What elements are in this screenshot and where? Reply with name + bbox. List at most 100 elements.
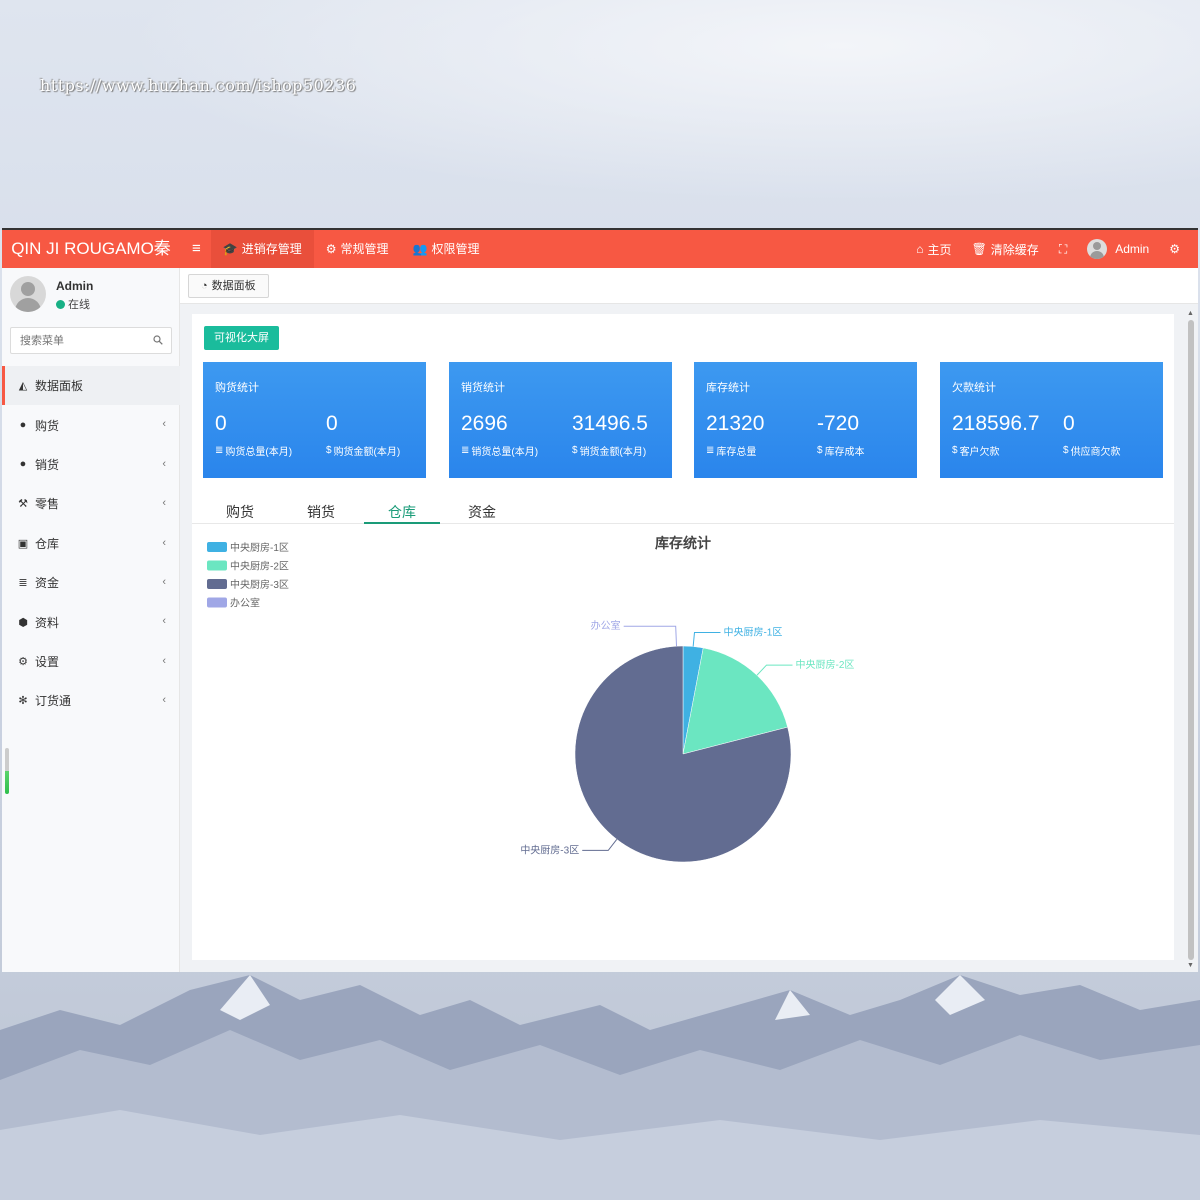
legend-label[interactable]: 中央厨房-1区 xyxy=(230,541,289,554)
app-logo[interactable]: QIN JI ROUGAMO秦 xyxy=(2,230,180,268)
background-sky xyxy=(0,0,1200,230)
database-icon: ≣ xyxy=(706,445,715,456)
sidebar-item-retail[interactable]: ⚒ 零售 ‹ xyxy=(2,484,180,523)
sidebar-item-label: 订货通 xyxy=(35,694,72,709)
slice-label: 中央厨房-3区 xyxy=(520,843,579,856)
card-label: $ 客户欠款 xyxy=(952,443,1000,458)
fullscreen-button[interactable]: ⛶ xyxy=(1049,242,1077,257)
topnav-item-general[interactable]: ⚙ 常规管理 xyxy=(314,230,401,268)
topnav-item-permission[interactable]: 👥 权限管理 xyxy=(401,230,492,268)
sidebar-item-label: 仓库 xyxy=(35,536,60,551)
scroll-up-icon[interactable]: ▲ xyxy=(1187,310,1194,317)
cogs-icon: ⚙ xyxy=(1169,242,1180,256)
cogs-icon: ⚙ xyxy=(18,655,28,668)
card-label: ≣ 销货总量(本月) xyxy=(461,443,538,458)
database-icon: ≣ xyxy=(461,445,470,456)
chevron-left-icon: ‹ xyxy=(162,536,166,549)
dollar-icon: $ xyxy=(326,445,332,456)
apple-icon: ● xyxy=(19,458,27,471)
sidebar-toggle-button[interactable]: ≡ xyxy=(182,230,211,268)
trash-icon: 🗑 xyxy=(971,242,987,256)
home-icon: ⌂ xyxy=(916,242,924,256)
card-label-text: 客户欠款 xyxy=(959,447,1000,458)
legend-label[interactable]: 中央厨房-2区 xyxy=(230,560,289,573)
sidebar-item-funds[interactable]: ≣ 资金 ‹ xyxy=(2,563,180,602)
user-menu[interactable]: Admin xyxy=(1077,239,1159,259)
user-panel: Admin 在线 xyxy=(2,268,180,324)
sidebar-scroll-indicator[interactable] xyxy=(5,748,9,794)
topnav-item-inventory[interactable]: 🎓 进销存管理 xyxy=(210,230,314,268)
tab-warehouse[interactable]: 仓库 xyxy=(364,502,440,524)
card-label-text: 库存成本 xyxy=(824,447,865,458)
tab-sales[interactable]: 销货 xyxy=(283,502,359,524)
expand-icon: ⛶ xyxy=(1058,241,1068,256)
scrollbar-thumb[interactable] xyxy=(1188,320,1194,960)
sidebar-menu: ◭ 数据面板 ● 购货 ‹ ● 销货 ‹ ⚒ 零售 ‹ ▣ 仓库 ‹ ≣ 资金 … xyxy=(2,366,180,721)
clear-cache-button[interactable]: 🗑 清除缓存 xyxy=(962,241,1049,258)
main-scrollbar[interactable]: ▲ ▼ xyxy=(1186,310,1196,972)
dollar-icon: $ xyxy=(952,445,958,456)
settings-button[interactable]: ⚙ xyxy=(1159,242,1190,256)
stat-card-sales: 销货统计 2696 ≣ 销货总量(本月) 31496.5 $ 销货金额(本月) xyxy=(449,362,672,478)
legend-swatch[interactable] xyxy=(207,579,227,589)
legend-swatch[interactable] xyxy=(207,597,227,608)
sidebar-item-label: 设置 xyxy=(35,654,60,669)
user-status: 在线 xyxy=(56,296,90,312)
cc-icon: ▣ xyxy=(17,537,29,550)
sidebar-item-order[interactable]: ✻ 订货通 ‹ xyxy=(2,681,180,720)
slice-label: 办公室 xyxy=(591,619,621,632)
card-value: 0 xyxy=(326,412,338,435)
area-chart-icon: ◭ xyxy=(18,380,28,393)
gavel-icon: ⚒ xyxy=(18,498,28,511)
legend-label[interactable]: 中央厨房-3区 xyxy=(230,578,289,591)
card-title: 销货统计 xyxy=(461,382,505,394)
label-line xyxy=(582,839,618,851)
card-label: ≣ 购货总量(本月) xyxy=(215,443,292,458)
label-line xyxy=(756,664,793,676)
card-label: $ 库存成本 xyxy=(817,443,865,458)
tab-purchase[interactable]: 购货 xyxy=(202,502,278,524)
card-value: 31496.5 xyxy=(572,412,648,435)
sidebar-item-sales[interactable]: ● 销货 ‹ xyxy=(2,445,180,484)
visual-screen-button[interactable]: 可视化大屏 xyxy=(204,326,279,350)
tab-funds[interactable]: 资金 xyxy=(444,502,520,524)
online-dot-icon xyxy=(56,299,65,309)
topnav-label: 常规管理 xyxy=(340,242,389,256)
cubes-icon: ⬢ xyxy=(18,616,28,629)
topnav-label: 权限管理 xyxy=(431,242,480,256)
sidebar-item-label: 数据面板 xyxy=(35,379,84,394)
chart-tabs: 购货 销货 仓库 资金 xyxy=(192,496,1174,524)
card-label-text: 销货金额(本月) xyxy=(579,447,647,458)
graduation-cap-icon: 🎓 xyxy=(222,242,238,256)
sidebar-item-dashboard[interactable]: ◭ 数据面板 xyxy=(2,366,180,406)
search-icon[interactable] xyxy=(153,335,163,345)
card-label-text: 供应商欠款 xyxy=(1070,447,1121,458)
database-icon: ≣ xyxy=(18,577,28,590)
card-value: 218596.7 xyxy=(952,412,1040,435)
sidebar-item-purchase[interactable]: ● 购货 ‹ xyxy=(2,405,180,444)
home-link[interactable]: ⌂ 主页 xyxy=(906,241,961,258)
card-title: 购货统计 xyxy=(215,382,259,394)
tab-label: 数据面板 xyxy=(211,280,256,292)
legend-label[interactable]: 办公室 xyxy=(230,597,260,610)
tab-dashboard[interactable]: ◔ 数据面板 xyxy=(188,274,269,298)
sidebar-item-label: 零售 xyxy=(35,497,60,512)
sidebar-item-data[interactable]: ⬢ 资料 ‹ xyxy=(2,602,180,641)
top-navbar: QIN JI ROUGAMO秦 ≡ 🎓 进销存管理 ⚙ 常规管理 👥 权限管理 … xyxy=(2,230,1198,268)
sidebar-item-settings[interactable]: ⚙ 设置 ‹ xyxy=(2,642,180,681)
dollar-icon: $ xyxy=(572,445,578,456)
legend-swatch[interactable] xyxy=(207,542,227,552)
background-mountains xyxy=(0,975,1200,1200)
legend-swatch[interactable] xyxy=(207,560,227,571)
card-value: -720 xyxy=(817,412,860,435)
cogs-icon: ⚙ xyxy=(325,242,337,256)
card-label-text: 购货总量(本月) xyxy=(225,447,293,458)
chevron-left-icon: ‹ xyxy=(162,615,166,628)
card-title: 欠款统计 xyxy=(952,382,996,394)
scroll-down-icon[interactable]: ▼ xyxy=(1187,962,1194,969)
stat-card-inventory: 库存统计 21320 ≣ 库存总量 -720 $ 库存成本 xyxy=(694,362,917,478)
sidebar-item-warehouse[interactable]: ▣ 仓库 ‹ xyxy=(2,524,180,563)
search-input[interactable] xyxy=(11,328,141,353)
top-nav: ≡ 🎓 进销存管理 ⚙ 常规管理 👥 权限管理 xyxy=(182,230,491,268)
search-menu-box xyxy=(10,327,172,354)
